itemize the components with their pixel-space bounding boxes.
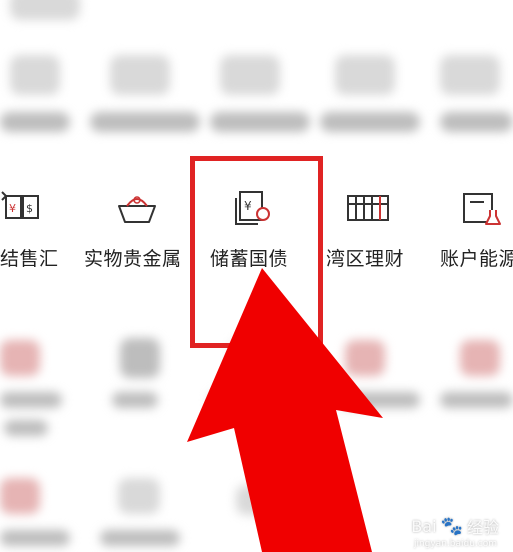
paw-icon: 🐾 (440, 515, 463, 537)
pointer-arrow (187, 268, 383, 552)
watermark: Bai 🐾 经验 jingyan.baidu.com (411, 514, 499, 550)
watermark-brand-right: 经验 (466, 518, 499, 537)
watermark-brand-left: Bai (411, 516, 437, 536)
watermark-sub: jingyan.baidu.com (413, 539, 497, 549)
